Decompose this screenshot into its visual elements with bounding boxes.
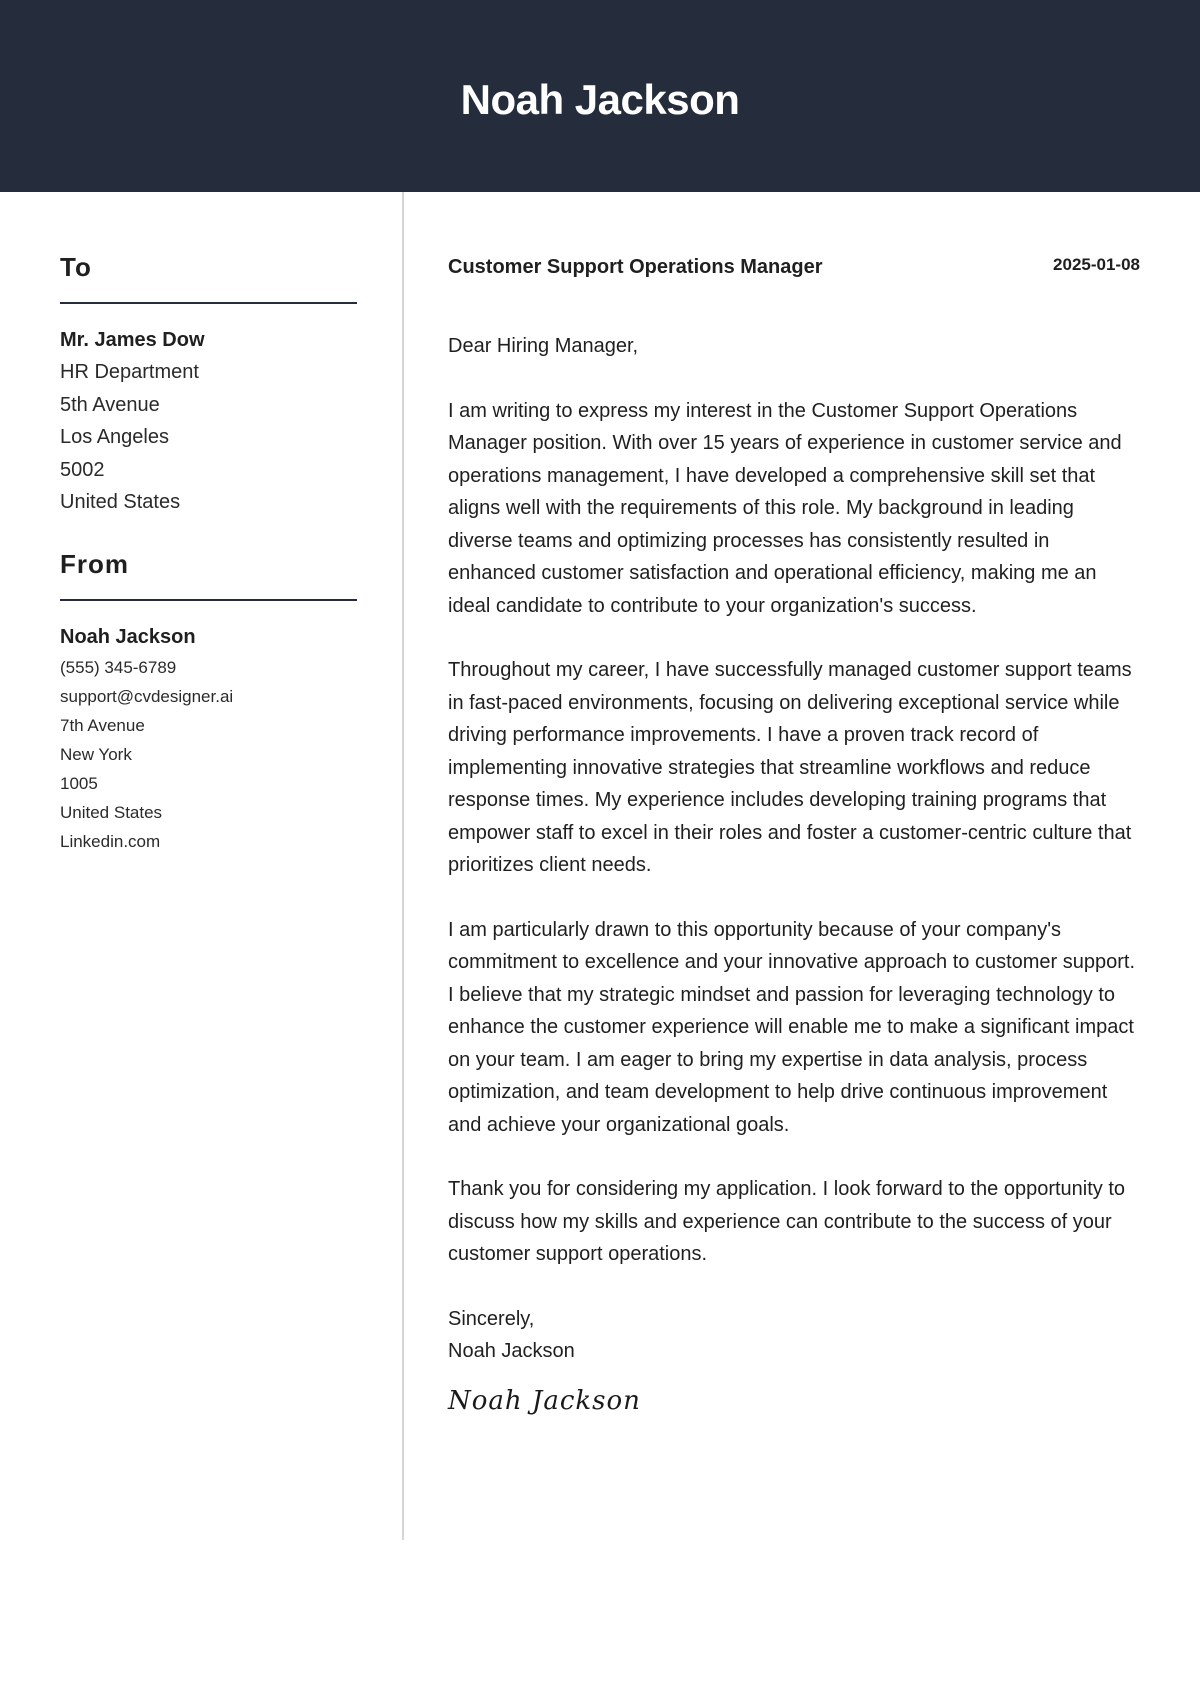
applicant-name: Noah Jackson bbox=[460, 76, 740, 123]
sender-name: Noah Jackson bbox=[60, 625, 196, 648]
from-heading: From bbox=[60, 548, 129, 579]
recipient-city: Los Angeles bbox=[60, 426, 169, 448]
closing-name: Noah Jackson bbox=[448, 1340, 575, 1362]
closing-phrase: Sincerely, bbox=[448, 1307, 535, 1330]
letter-date: 2025-01-08 bbox=[1053, 255, 1140, 274]
sender-country: United States bbox=[60, 802, 163, 822]
to-divider bbox=[60, 302, 357, 304]
salutation: Dear Hiring Manager, bbox=[448, 335, 639, 357]
sender-email[interactable]: support@cvdesigner.ai bbox=[60, 682, 357, 711]
letter-header: Customer Support Operations Manager 2025… bbox=[448, 252, 1140, 292]
column-divider bbox=[402, 192, 404, 1540]
letter-body: Customer Support Operations Manager 2025… bbox=[448, 252, 1140, 1416]
job-title: Customer Support Operations Manager bbox=[448, 256, 823, 278]
sender-section: From Noah Jackson (555) 345-6789 support… bbox=[60, 549, 357, 856]
paragraph-motivation: I am particularly drawn to this opportun… bbox=[448, 918, 1136, 1136]
sender-linkedin-link[interactable]: Linkedin.com bbox=[60, 827, 357, 856]
sidebar: To Mr. James Dow HR Department 5th Avenu… bbox=[60, 252, 357, 856]
to-heading: To bbox=[60, 252, 92, 282]
sender-street: 7th Avenue bbox=[60, 715, 145, 735]
recipient-postcode: 5002 bbox=[60, 458, 105, 481]
paragraph-experience: Throughout my career, I have successfull… bbox=[448, 659, 1132, 876]
recipient-name: Mr. James Dow bbox=[60, 329, 205, 351]
header-banner: Noah Jackson bbox=[0, 0, 1200, 192]
from-divider bbox=[60, 598, 357, 601]
recipient-country: United States bbox=[60, 491, 181, 513]
sender-city: New York bbox=[60, 744, 132, 764]
recipient-street: 5th Avenue bbox=[60, 393, 160, 416]
sender-postcode: 1005 bbox=[60, 773, 98, 793]
closing-block: Sincerely, Noah Jackson bbox=[448, 1303, 1140, 1368]
paragraph-thanks: Thank you for considering my application… bbox=[448, 1178, 1126, 1265]
sender-phone: (555) 345-6789 bbox=[60, 657, 177, 677]
signature: Noah Jackson bbox=[448, 1385, 641, 1416]
recipient-department: HR Department bbox=[60, 361, 199, 383]
recipient-section: To Mr. James Dow HR Department 5th Avenu… bbox=[60, 252, 357, 519]
paragraph-intro: I am writing to express my interest in t… bbox=[448, 399, 1122, 617]
